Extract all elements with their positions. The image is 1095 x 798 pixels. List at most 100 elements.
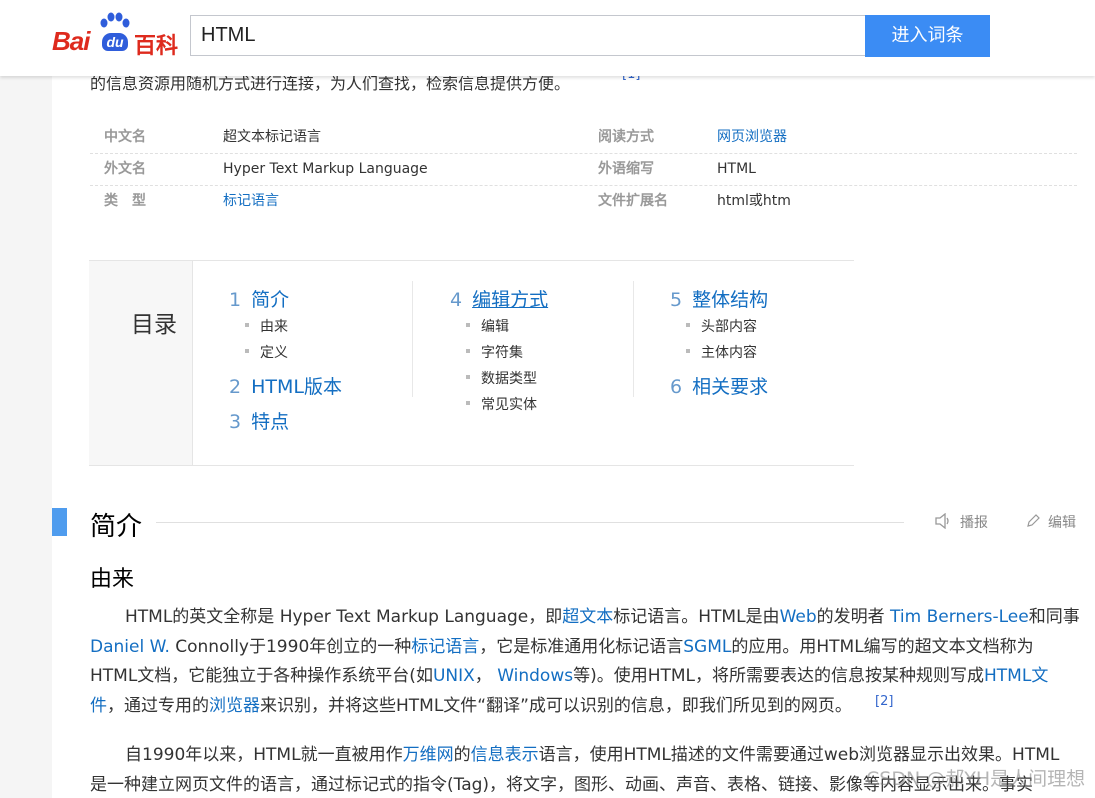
- catalog-subitem-label: 数据类型: [481, 371, 537, 387]
- text-run: 来识别，并将这些HTML文件“翻译”成可以识别的信息，即我们所见到的网页。: [260, 696, 852, 716]
- infobox-value-link[interactable]: 标记语言: [223, 185, 279, 217]
- catalog-subitem[interactable]: 由来: [245, 316, 288, 336]
- bullet-icon: [686, 349, 690, 353]
- inline-link[interactable]: 万维网: [403, 745, 454, 765]
- bullet-icon: [466, 375, 470, 379]
- csdn-watermark: CSDN @郝YH是人间理想: [866, 768, 1086, 790]
- bullet-icon: [466, 323, 470, 327]
- baidu-baike-logo[interactable]: Bai du 百科: [52, 12, 182, 59]
- catalog-item-label: 编辑方式: [472, 289, 549, 311]
- catalog-item-number: 3: [229, 411, 242, 433]
- inline-link[interactable]: UNIX: [433, 666, 475, 686]
- infobox-value-link[interactable]: 网页浏览器: [717, 121, 787, 153]
- infobox-row: 外文名 Hyper Text Markup Language 外语缩写 HTML: [90, 153, 1077, 186]
- catalog-divider: [633, 281, 634, 397]
- inline-link[interactable]: 件: [90, 696, 107, 716]
- infobox-value: HTML: [717, 161, 756, 177]
- logo-du-text: du: [102, 33, 128, 51]
- text-run: 标记语言。HTML是由: [613, 607, 780, 627]
- text-run: ，它是标准通用化标记语言: [479, 637, 684, 657]
- catalog-item-label: 相关要求: [692, 376, 769, 398]
- inline-link[interactable]: 浏览器: [209, 696, 260, 716]
- catalog-item-label: 简介: [251, 289, 290, 311]
- inline-link[interactable]: Tim Berners-Lee: [890, 607, 1029, 627]
- catalog-subitem[interactable]: 定义: [245, 342, 288, 362]
- paragraph-line: Daniel W. Connolly于1990年创立的一种标记语言，它是标准通用…: [90, 635, 1034, 659]
- catalog-subitem[interactable]: 字符集: [466, 342, 523, 362]
- catalog-item-intro[interactable]: 1 简介: [229, 285, 289, 312]
- bullet-icon: [466, 349, 470, 353]
- infobox-key: 文件扩展名: [598, 193, 668, 209]
- text-run: 语言，使用HTML描述的文件需要通过web浏览器显示出效果。HTML: [538, 745, 1060, 765]
- enter-entry-button[interactable]: 进入词条: [865, 15, 990, 57]
- inline-link[interactable]: 标记语言: [411, 637, 479, 657]
- play-button[interactable]: 播报: [934, 512, 988, 532]
- infobox-value: Hyper Text Markup Language: [223, 161, 428, 177]
- reference-link[interactable]: [2]: [875, 694, 893, 709]
- catalog-item-number: 5: [670, 289, 683, 311]
- catalog-subitem-label: 字符集: [481, 345, 523, 361]
- bullet-icon: [686, 323, 690, 327]
- speaker-icon: [935, 512, 949, 530]
- catalog-item-requirements[interactable]: 6 相关要求: [670, 372, 768, 399]
- inline-link[interactable]: SGML: [683, 637, 731, 657]
- bullet-icon: [466, 401, 470, 405]
- infobox-value: 超文本标记语言: [223, 129, 321, 145]
- top-bar: Bai du 百科 HTML 进入词条: [0, 0, 1095, 76]
- catalog-subitem[interactable]: 编辑: [466, 316, 509, 336]
- text-run: 自1990年以来，HTML就一直被用作: [125, 745, 403, 765]
- catalog-item-label: 整体结构: [692, 289, 769, 311]
- catalog-item-number: 4: [450, 289, 463, 311]
- play-label: 播报: [960, 515, 988, 531]
- inline-link[interactable]: Daniel W.: [90, 637, 170, 657]
- catalog-item-number: 6: [670, 376, 683, 398]
- catalog-item-number: 2: [229, 376, 242, 398]
- catalog-item-structure[interactable]: 5 整体结构: [670, 285, 768, 312]
- catalog-subitem[interactable]: 头部内容: [686, 316, 757, 336]
- catalog-subitem-label: 由来: [260, 319, 288, 335]
- text-run: 等)。使用HTML，将所需要表达的信息按某种规则写成: [573, 666, 985, 686]
- section-accent-bar: [52, 508, 67, 536]
- section-title: 简介: [90, 512, 143, 542]
- text-run: 的应用。用HTML编写的超文本文档称为: [731, 637, 1034, 657]
- inline-link[interactable]: 超文本: [562, 607, 613, 627]
- catalog-subitem-label: 头部内容: [701, 319, 757, 335]
- paragraph-line: HTML文档，它能独立于各种操作系统平台(如UNIX， Windows等)。使用…: [90, 664, 1048, 688]
- catalog-item-label: HTML版本: [251, 376, 342, 398]
- text-run: 和同事: [1028, 607, 1080, 627]
- catalog-subitem-label: 常见实体: [481, 397, 537, 413]
- catalog-subitem[interactable]: 主体内容: [686, 342, 757, 362]
- bullet-icon: [245, 323, 249, 327]
- catalog-subitem-label: 编辑: [481, 319, 509, 335]
- inline-link[interactable]: Windows: [497, 666, 573, 686]
- left-gutter: [0, 0, 52, 798]
- text-run: ，通过专用的: [107, 696, 209, 716]
- inline-link[interactable]: 信息表示: [471, 745, 539, 765]
- edit-button[interactable]: 编辑: [1026, 512, 1076, 532]
- catalog-subitem[interactable]: 常见实体: [466, 394, 537, 414]
- infobox-key: 类 型: [104, 193, 146, 209]
- catalog-subitem-label: 定义: [260, 345, 288, 361]
- inline-link[interactable]: Web: [780, 607, 817, 627]
- catalog-item-edit-method[interactable]: 4 编辑方式: [450, 285, 548, 312]
- infobox-key: 外文名: [104, 161, 146, 177]
- catalog-item-html-versions[interactable]: 2 HTML版本: [229, 372, 342, 399]
- paragraph-line: HTML的英文全称是 Hyper Text Markup Language，即超…: [125, 605, 1080, 629]
- catalog-divider: [412, 281, 413, 397]
- bullet-icon: [245, 349, 249, 353]
- text-run: ，: [474, 666, 498, 686]
- infobox-key: 阅读方式: [598, 129, 654, 145]
- inline-link[interactable]: HTML文: [984, 666, 1048, 686]
- infobox-key: 外语缩写: [598, 161, 654, 177]
- subsection-title: 由来: [90, 567, 135, 592]
- catalog-title: 目录: [131, 312, 177, 338]
- search-input[interactable]: HTML: [190, 15, 865, 56]
- catalog-subitem[interactable]: 数据类型: [466, 368, 537, 388]
- logo-bai-text: Bai: [52, 26, 90, 56]
- catalog-box: 目录 1 简介 由来 定义 2 HTML版本 3 特点 4 编辑方式 编辑 字符集 数据…: [89, 260, 854, 466]
- infobox-row: 类 型 标记语言 文件扩展名 html或htm: [90, 185, 1077, 217]
- infobox-key: 中文名: [104, 129, 146, 145]
- catalog-item-features[interactable]: 3 特点: [229, 407, 289, 434]
- text-run: Connolly于1990年创立的一种: [169, 637, 412, 657]
- catalog-item-label: 特点: [251, 411, 290, 433]
